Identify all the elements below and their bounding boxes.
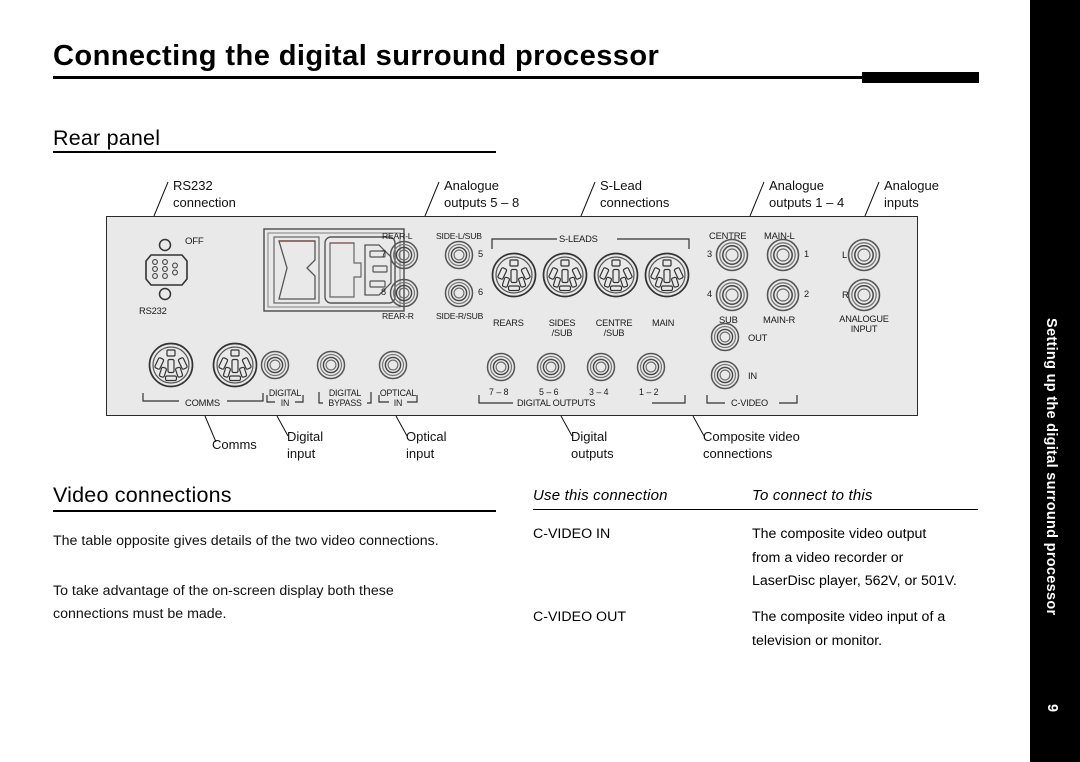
panel-num-4: 4 [707,289,713,299]
table-row-1-connection: C-VIDEO IN [533,526,611,542]
callout-line: input [406,445,435,461]
panel-label-main-l: MAIN-L [764,230,795,241]
panel-num-2: 2 [804,289,810,299]
table-cell-line: television or monitor. [752,632,883,649]
panel-num-7: 7 [381,249,387,259]
panel-label-digital-outputs: DIGITAL OUTPUTS [515,398,598,408]
callout-line: outputs [571,445,614,461]
manual-page: Connecting the digital surround processo… [0,0,1080,762]
callout-line: input [287,445,316,461]
panel-label-off: OFF [185,236,204,247]
panel-label-s-leads: S-LEADS [559,233,598,244]
callout-composite-video-connections: Composite video connections [703,429,800,462]
table-header-rule [533,509,978,511]
panel-label-optical-in: OPTICAL IN [379,388,417,408]
panel-num-3: 3 [707,249,713,259]
table-header-use-this-connection: Use this connection [533,487,668,504]
callout-line: Comms [212,437,257,452]
panel-label-digital-bypass: DIGITAL BYPASS [328,388,362,408]
panel-label-out: OUT [748,332,768,343]
rear-panel-artwork [142,228,881,404]
callout-optical-input: Optical input [406,429,446,462]
callout-line: Composite video [703,429,800,444]
callout-line: Digital [287,429,324,444]
panel-label-side-l-sub: SIDE-L/SUB [436,231,482,241]
table-row-2-connection: C-VIDEO OUT [533,609,627,625]
body-paragraph-2: To take advantage of the on-screen displ… [53,583,394,622]
panel-label-side-r-sub: SIDE-R/SUB [436,311,484,321]
heading-video-connections: Video connections [53,483,232,507]
rear-panel-diagram: OFF RS232 COMMS DIGITAL IN DIGITAL BYPAS… [106,216,918,416]
table-row-1-description: The composite video output from a video … [752,523,987,594]
panel-label-centre: CENTRE [709,230,747,241]
panel-label-comms: COMMS [182,397,223,408]
table-cell-line: from a video recorder or [752,549,904,566]
panel-label-analogue-input: ANALOGUE INPUT [839,314,889,334]
panel-label-rs232: RS232 [139,305,167,316]
body-paragraph-1: The table opposite gives details of the … [53,533,439,549]
heading-video-connections-rule [53,510,496,512]
panel-num-do-1-2: 1 – 2 [639,387,659,397]
table-cell-line: The composite video output [752,526,927,542]
panel-label-main-r: MAIN-R [763,314,796,325]
panel-num-do-3-4: 3 – 4 [589,387,609,397]
panel-num-6: 6 [478,287,484,297]
panel-label-sides-sub: SIDES /SUB [548,318,576,338]
panel-label-input-r: R [842,289,849,300]
panel-num-5: 5 [478,249,484,259]
callout-digital-outputs: Digital outputs [571,429,614,462]
panel-label-input-l: L [842,249,848,260]
callout-line: Digital [571,429,608,444]
panel-label-rear-r: REAR-R [382,311,414,321]
table-row-2-description: The composite video input of a televisio… [752,606,987,653]
panel-label-rear-l: REAR-L [382,231,413,241]
panel-num-do-7-8: 7 – 8 [489,387,509,397]
panel-num-8: 8 [381,287,387,297]
callout-line: connections [703,445,773,461]
panel-label-digital-in: DIGITAL IN [268,388,302,408]
panel-label-sub: SUB [719,314,738,325]
callout-line: Optical [406,429,447,444]
panel-label-in: IN [748,370,757,381]
table-cell-line: The composite video input of a [752,609,946,625]
callout-comms: Comms [212,437,257,454]
panel-label-main: MAIN [652,318,675,328]
page-number: 9 [1044,704,1060,713]
side-tab-label: Setting up the digital surround processo… [1043,318,1059,616]
panel-label-rears: REARS [493,318,524,328]
table-header-to-connect-to-this: To connect to this [752,487,873,504]
table-cell-line: LaserDisc player, 562V, or 501V. [752,573,957,589]
panel-label-centre-sub: CENTRE /SUB [595,318,633,338]
callout-digital-input: Digital input [287,429,323,462]
panel-num-1: 1 [804,249,810,259]
panel-num-do-5-6: 5 – 6 [539,387,559,397]
panel-label-c-video: C-VIDEO [729,398,770,408]
